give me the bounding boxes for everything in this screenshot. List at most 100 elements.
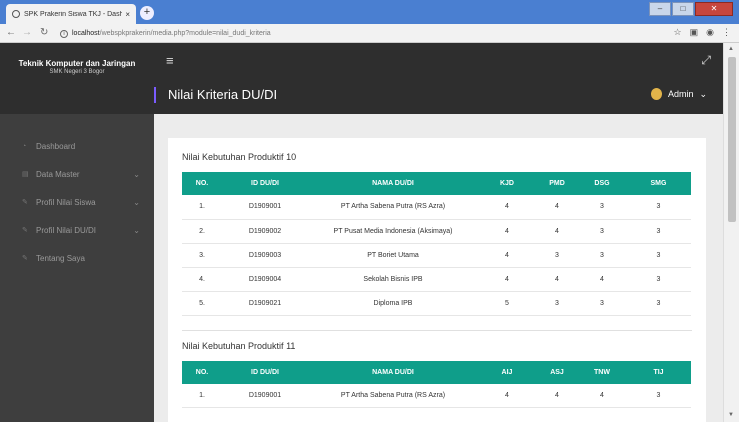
table-cell: 4: [536, 219, 578, 244]
table-cell: PT Pusat Media Indonesia (Aksimaya): [308, 219, 478, 244]
sidebar-item-label: Data Master: [36, 169, 80, 179]
pencil-icon: ✎: [22, 227, 28, 234]
table-cell: 3.: [182, 243, 222, 268]
user-menu[interactable]: Admin ⌄: [650, 88, 707, 100]
forward-arrow-icon[interactable]: →: [22, 27, 32, 38]
dashboard-icon: ◔: [22, 142, 27, 150]
table-cell: 4: [578, 267, 626, 292]
sidebar-item-label: Dashboard: [36, 141, 76, 151]
column-header: AIJ: [478, 360, 536, 384]
reload-icon[interactable]: ↻: [40, 27, 48, 38]
table-cell: 2.: [182, 219, 222, 244]
table-cell: D1909001: [222, 195, 308, 220]
maximize-button[interactable]: □: [672, 2, 694, 16]
tab-close-button[interactable]: ×: [125, 10, 130, 19]
table-header-row: NO. ID DU/DI NAMA DU/DI KJD PMD DSG SMG: [182, 172, 691, 195]
info-icon[interactable]: i: [60, 29, 68, 38]
sidebar-item-label: Profil Nilai Siswa: [36, 197, 96, 207]
chevron-down-icon: ⌄: [133, 225, 140, 235]
table-cell: D1909004: [222, 267, 308, 292]
brand-title: Teknik Komputer dan Jaringan: [18, 59, 136, 68]
column-header: SMG: [626, 172, 691, 195]
scroll-down-icon[interactable]: ▼: [728, 412, 734, 418]
sidebar-item-profil-nilai-siswa[interactable]: ✎ Profil Nilai Siswa ⌄: [0, 188, 154, 216]
scrollbar-thumb[interactable]: [728, 57, 736, 222]
browser-tab-bar: SPK Prakerin Siswa TKJ - Dashbo... × + –…: [0, 0, 739, 24]
minimize-button[interactable]: –: [649, 2, 671, 16]
sidebar-item-label: Profil Nilai DU/DI: [36, 225, 97, 235]
url-host: localhost: [72, 30, 100, 37]
table-row: 5. D1909021 Diploma IPB 5 3 3 3: [182, 291, 691, 316]
browser-toolbar-icons: ☆ ▣ ◉ ⋮: [674, 27, 731, 38]
table-cell: 3: [626, 291, 691, 316]
user-name: Admin: [667, 89, 694, 99]
table-header-row: NO. ID DU/DI NAMA DU/DI AIJ ASJ TNW TIJ: [182, 360, 691, 384]
table-cell: 3: [578, 195, 626, 220]
page-scrollbar[interactable]: ▲ ▼: [723, 43, 739, 422]
column-header: NO.: [182, 360, 222, 384]
content-card: Nilai Kebutuhan Produktif 10 NO. ID DU/D…: [168, 138, 706, 428]
sidebar: Teknik Komputer dan Jaringan SMK Negeri …: [0, 43, 154, 422]
column-header: NO.: [182, 172, 222, 195]
table-cell: 3: [536, 291, 578, 316]
table-cell: PT Artha Sabena Putra (RS Azra): [308, 195, 478, 220]
back-arrow-icon[interactable]: ←: [6, 27, 16, 38]
top-header: ≡ ⤢ Nilai Kriteria DU/DI Admin ⌄: [154, 43, 723, 114]
column-header: KJD: [478, 172, 536, 195]
sidebar-item-label: Tentang Saya: [36, 253, 85, 263]
table-cell: 1.: [182, 383, 222, 408]
account-icon[interactable]: ◉: [706, 27, 714, 38]
brand[interactable]: Teknik Komputer dan Jaringan SMK Negeri …: [0, 43, 154, 89]
table-cell: 4: [536, 195, 578, 220]
hamburger-menu-icon[interactable]: ≡: [166, 53, 174, 68]
table-cell: 3: [578, 243, 626, 268]
section-title-produktif-10: Nilai Kebutuhan Produktif 10: [182, 152, 297, 162]
chevron-down-icon: ⌄: [699, 88, 707, 99]
table-cell: 3: [578, 219, 626, 244]
table-cell: Sekolah Bisnis IPB: [308, 267, 478, 292]
sidebar-item-profil-nilai-dudi[interactable]: ✎ Profil Nilai DU/DI ⌄: [0, 216, 154, 244]
table-cell: 4: [578, 383, 626, 408]
avatar: [650, 88, 662, 100]
column-header: ID DU/DI: [222, 360, 308, 384]
column-header: NAMA DU/DI: [308, 172, 478, 195]
table-cell: 5.: [182, 291, 222, 316]
star-icon[interactable]: ☆: [674, 27, 682, 38]
table-cell: 5: [478, 291, 536, 316]
url-field[interactable]: i localhost/webspkprakerin/media.php?mod…: [60, 26, 640, 41]
menu-dots-icon[interactable]: ⋮: [722, 27, 731, 38]
tab-title: SPK Prakerin Siswa TKJ - Dashbo...: [24, 10, 123, 18]
browser-tab[interactable]: SPK Prakerin Siswa TKJ - Dashbo... ×: [6, 4, 136, 24]
table-cell: 4: [478, 243, 536, 268]
table-cell: 3: [578, 291, 626, 316]
sidebar-item-tentang-saya[interactable]: ✎ Tentang Saya: [0, 244, 154, 272]
new-tab-button[interactable]: +: [140, 6, 154, 20]
table-cell: 4: [536, 383, 578, 408]
table-cell: 1.: [182, 195, 222, 220]
scroll-up-icon[interactable]: ▲: [728, 46, 734, 52]
address-bar: ← → ↻ i localhost/webspkprakerin/media.p…: [0, 24, 739, 43]
table-cell: D1909002: [222, 219, 308, 244]
table-cell: 3: [626, 383, 691, 408]
close-window-button[interactable]: ✕: [695, 2, 733, 16]
sidebar-item-data-master[interactable]: ▤ Data Master ⌄: [0, 160, 154, 188]
globe-icon: [12, 10, 20, 18]
table-row: 1. D1909001 PT Artha Sabena Putra (RS Az…: [182, 383, 691, 408]
table-cell: D1909021: [222, 291, 308, 316]
table-row: 3. D1909003 PT Boriet Utama 4 3 3 3: [182, 243, 691, 268]
table-cell: 3: [536, 243, 578, 268]
sidebar-item-dashboard[interactable]: ◔ Dashboard: [0, 132, 154, 160]
main-content: Nilai Kebutuhan Produktif 10 NO. ID DU/D…: [154, 114, 723, 428]
table-cell: 3: [626, 267, 691, 292]
fullscreen-icon[interactable]: ⤢: [701, 53, 711, 68]
column-header: TNW: [578, 360, 626, 384]
column-header: TIJ: [626, 360, 691, 384]
table-cell: 4: [536, 267, 578, 292]
extension-icon[interactable]: ▣: [690, 27, 699, 38]
column-header: DSG: [578, 172, 626, 195]
pencil-icon: ✎: [22, 199, 28, 206]
page-title: Nilai Kriteria DU/DI: [154, 87, 277, 103]
table-cell: 4: [478, 267, 536, 292]
table-cell: 3: [626, 195, 691, 220]
url-path: /webspkprakerin/media.php?module=nilai_d…: [99, 30, 271, 37]
